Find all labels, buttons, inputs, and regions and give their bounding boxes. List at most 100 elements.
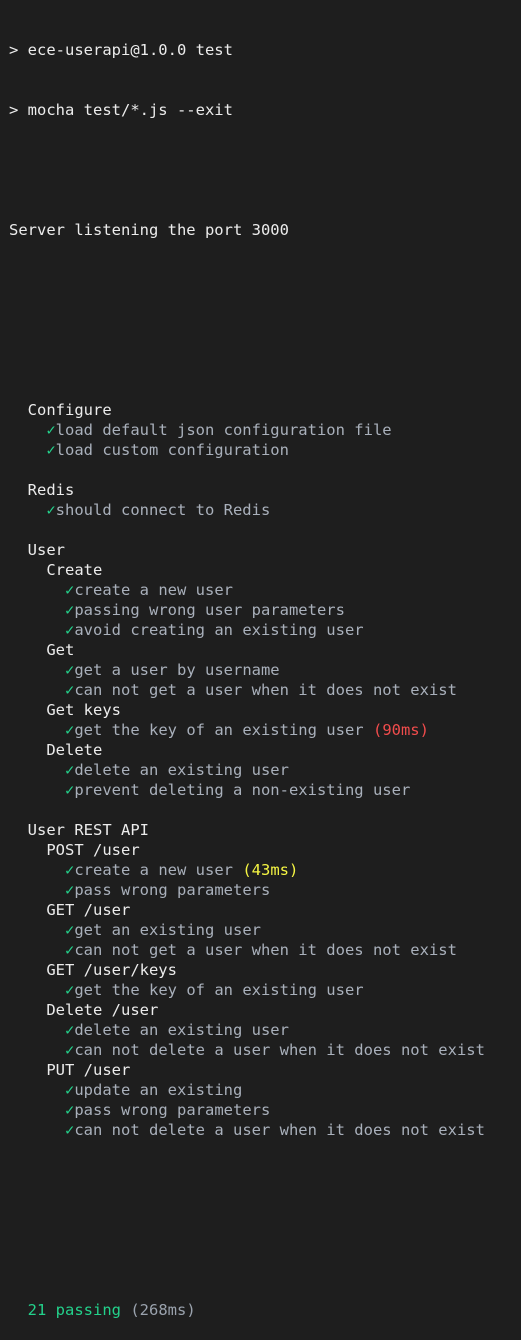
subsuite-title-text: Get keys — [46, 701, 121, 719]
subsuite-title-text: POST /user — [46, 841, 140, 859]
subsuite-title-text: Delete — [46, 741, 103, 759]
test-line: ✓create a new user — [9, 580, 521, 600]
check-icon: ✓ — [65, 941, 75, 959]
check-icon: ✓ — [46, 421, 56, 439]
test-line: ✓create a new user (43ms) — [9, 860, 521, 880]
suite-title: User — [9, 540, 521, 560]
test-line: ✓update an existing — [9, 1080, 521, 1100]
suite-title-text: Redis — [27, 481, 75, 499]
test-title: update an existing — [74, 1081, 243, 1099]
server-message: Server listening the port 3000 — [9, 221, 289, 239]
check-icon: ✓ — [46, 501, 56, 519]
test-title: load custom configuration — [55, 441, 289, 459]
test-line: ✓load custom configuration — [9, 440, 521, 460]
test-suites: Configure ✓load default json configurati… — [9, 400, 521, 1140]
test-line: ✓should connect to Redis — [9, 500, 521, 520]
test-title: get a user by username — [74, 661, 280, 679]
test-line: ✓pass wrong parameters — [9, 880, 521, 900]
check-icon: ✓ — [65, 921, 75, 939]
subsuite-title: Get keys — [9, 700, 521, 720]
suite-title-text: Configure — [27, 401, 112, 419]
summary-line: 21 passing (268ms) — [9, 1300, 521, 1320]
test-line: ✓prevent deleting a non-existing user — [9, 780, 521, 800]
subsuite-title: POST /user — [9, 840, 521, 860]
test-title: avoid creating an existing user — [74, 621, 364, 639]
check-icon: ✓ — [65, 861, 75, 879]
subsuite-title-text: Get — [46, 641, 75, 659]
test-line: ✓load default json configuration file — [9, 420, 521, 440]
test-duration: (90ms) — [372, 721, 429, 739]
test-title: passing wrong user parameters — [74, 601, 345, 619]
test-line: ✓can not delete a user when it does not … — [9, 1120, 521, 1140]
check-icon: ✓ — [65, 621, 75, 639]
test-line: ✓get the key of an existing user — [9, 980, 521, 1000]
check-icon: ✓ — [65, 1081, 75, 1099]
test-line: ✓pass wrong parameters — [9, 1100, 521, 1120]
test-title: can not get a user when it does not exis… — [74, 941, 457, 959]
test-title: delete an existing user — [74, 1021, 289, 1039]
command-line: > mocha test/*.js --exit — [9, 101, 233, 119]
subsuite-title: Get — [9, 640, 521, 660]
check-icon: ✓ — [65, 681, 75, 699]
test-line: ✓can not get a user when it does not exi… — [9, 680, 521, 700]
test-title: pass wrong parameters — [74, 881, 271, 899]
check-icon: ✓ — [65, 1121, 75, 1139]
check-icon: ✓ — [65, 601, 75, 619]
check-icon: ✓ — [65, 781, 75, 799]
test-line: ✓can not get a user when it does not exi… — [9, 940, 521, 960]
test-title: create a new user — [74, 581, 233, 599]
check-icon: ✓ — [65, 1101, 75, 1119]
test-line: ✓avoid creating an existing user — [9, 620, 521, 640]
test-line: ✓delete an existing user — [9, 760, 521, 780]
test-title: should connect to Redis — [55, 501, 271, 519]
check-icon: ✓ — [65, 581, 75, 599]
test-title: can not get a user when it does not exis… — [74, 681, 457, 699]
test-title: get the key of an existing user — [74, 981, 364, 999]
subsuite-title: Create — [9, 560, 521, 580]
check-icon: ✓ — [65, 1021, 75, 1039]
test-line: ✓get a user by username — [9, 660, 521, 680]
passing-count: 21 passing — [27, 1301, 121, 1319]
suite-title-text: User REST API — [27, 821, 149, 839]
subsuite-title-text: Create — [46, 561, 103, 579]
suite-title-text: User — [27, 541, 65, 559]
test-title: get an existing user — [74, 921, 261, 939]
suite-title: Redis — [9, 480, 521, 500]
subsuite-title: Delete — [9, 740, 521, 760]
test-line: ✓get an existing user — [9, 920, 521, 940]
check-icon: ✓ — [65, 761, 75, 779]
subsuite-title-text: GET /user — [46, 901, 131, 919]
terminal-output: > ece-userapi@1.0.0 test > mocha test/*.… — [0, 0, 521, 1319]
check-icon: ✓ — [65, 721, 75, 739]
subsuite-title: PUT /user — [9, 1060, 521, 1080]
check-icon: ✓ — [65, 981, 75, 999]
test-line: ✓can not delete a user when it does not … — [9, 1040, 521, 1060]
test-title: get the key of an existing user — [74, 721, 364, 739]
subsuite-title: Delete /user — [9, 1000, 521, 1020]
test-title: can not delete a user when it does not e… — [74, 1121, 485, 1139]
test-title: prevent deleting a non-existing user — [74, 781, 411, 799]
test-title: load default json configuration file — [55, 421, 392, 439]
test-line: ✓get the key of an existing user (90ms) — [9, 720, 521, 740]
test-line: ✓delete an existing user — [9, 1020, 521, 1040]
test-line: ✓passing wrong user parameters — [9, 600, 521, 620]
test-title: delete an existing user — [74, 761, 289, 779]
subsuite-title-text: GET /user/keys — [46, 961, 177, 979]
suite-title: Configure — [9, 400, 521, 420]
subsuite-title: GET /user — [9, 900, 521, 920]
subsuite-title-text: Delete /user — [46, 1001, 159, 1019]
test-title: create a new user — [74, 861, 233, 879]
check-icon: ✓ — [65, 881, 75, 899]
test-duration: (43ms) — [242, 861, 299, 879]
command-line: > ece-userapi@1.0.0 test — [9, 41, 233, 59]
suite-title: User REST API — [9, 820, 521, 840]
subsuite-title: GET /user/keys — [9, 960, 521, 980]
